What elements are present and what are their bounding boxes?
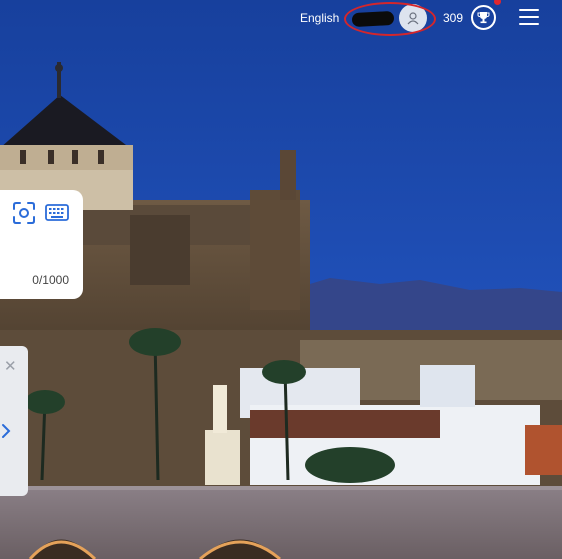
keyboard-button[interactable] — [45, 204, 69, 222]
background-photo — [0, 0, 562, 559]
language-selector[interactable]: English — [300, 11, 339, 25]
input-card: 0/1000 — [0, 190, 83, 299]
trophy-button[interactable] — [471, 5, 496, 30]
keyboard-icon — [45, 204, 69, 221]
expand-panel-button[interactable] — [0, 421, 14, 441]
points-count: 309 — [443, 11, 464, 25]
hamburger-menu-icon[interactable] — [519, 9, 539, 25]
close-icon[interactable]: ✕ — [4, 359, 17, 374]
camera-scan-icon — [13, 202, 35, 224]
trophy-icon — [477, 12, 490, 24]
user-icon — [407, 12, 419, 25]
character-counter: 0/1000 — [32, 273, 69, 287]
side-panel: ✕ — [0, 346, 28, 496]
redacted-username — [351, 10, 395, 28]
top-bar: English 309 — [0, 0, 562, 38]
user-avatar-button[interactable] — [399, 4, 427, 32]
notification-dot — [494, 0, 501, 5]
chevron-right-icon — [2, 424, 11, 438]
camera-scan-button[interactable] — [12, 201, 36, 225]
